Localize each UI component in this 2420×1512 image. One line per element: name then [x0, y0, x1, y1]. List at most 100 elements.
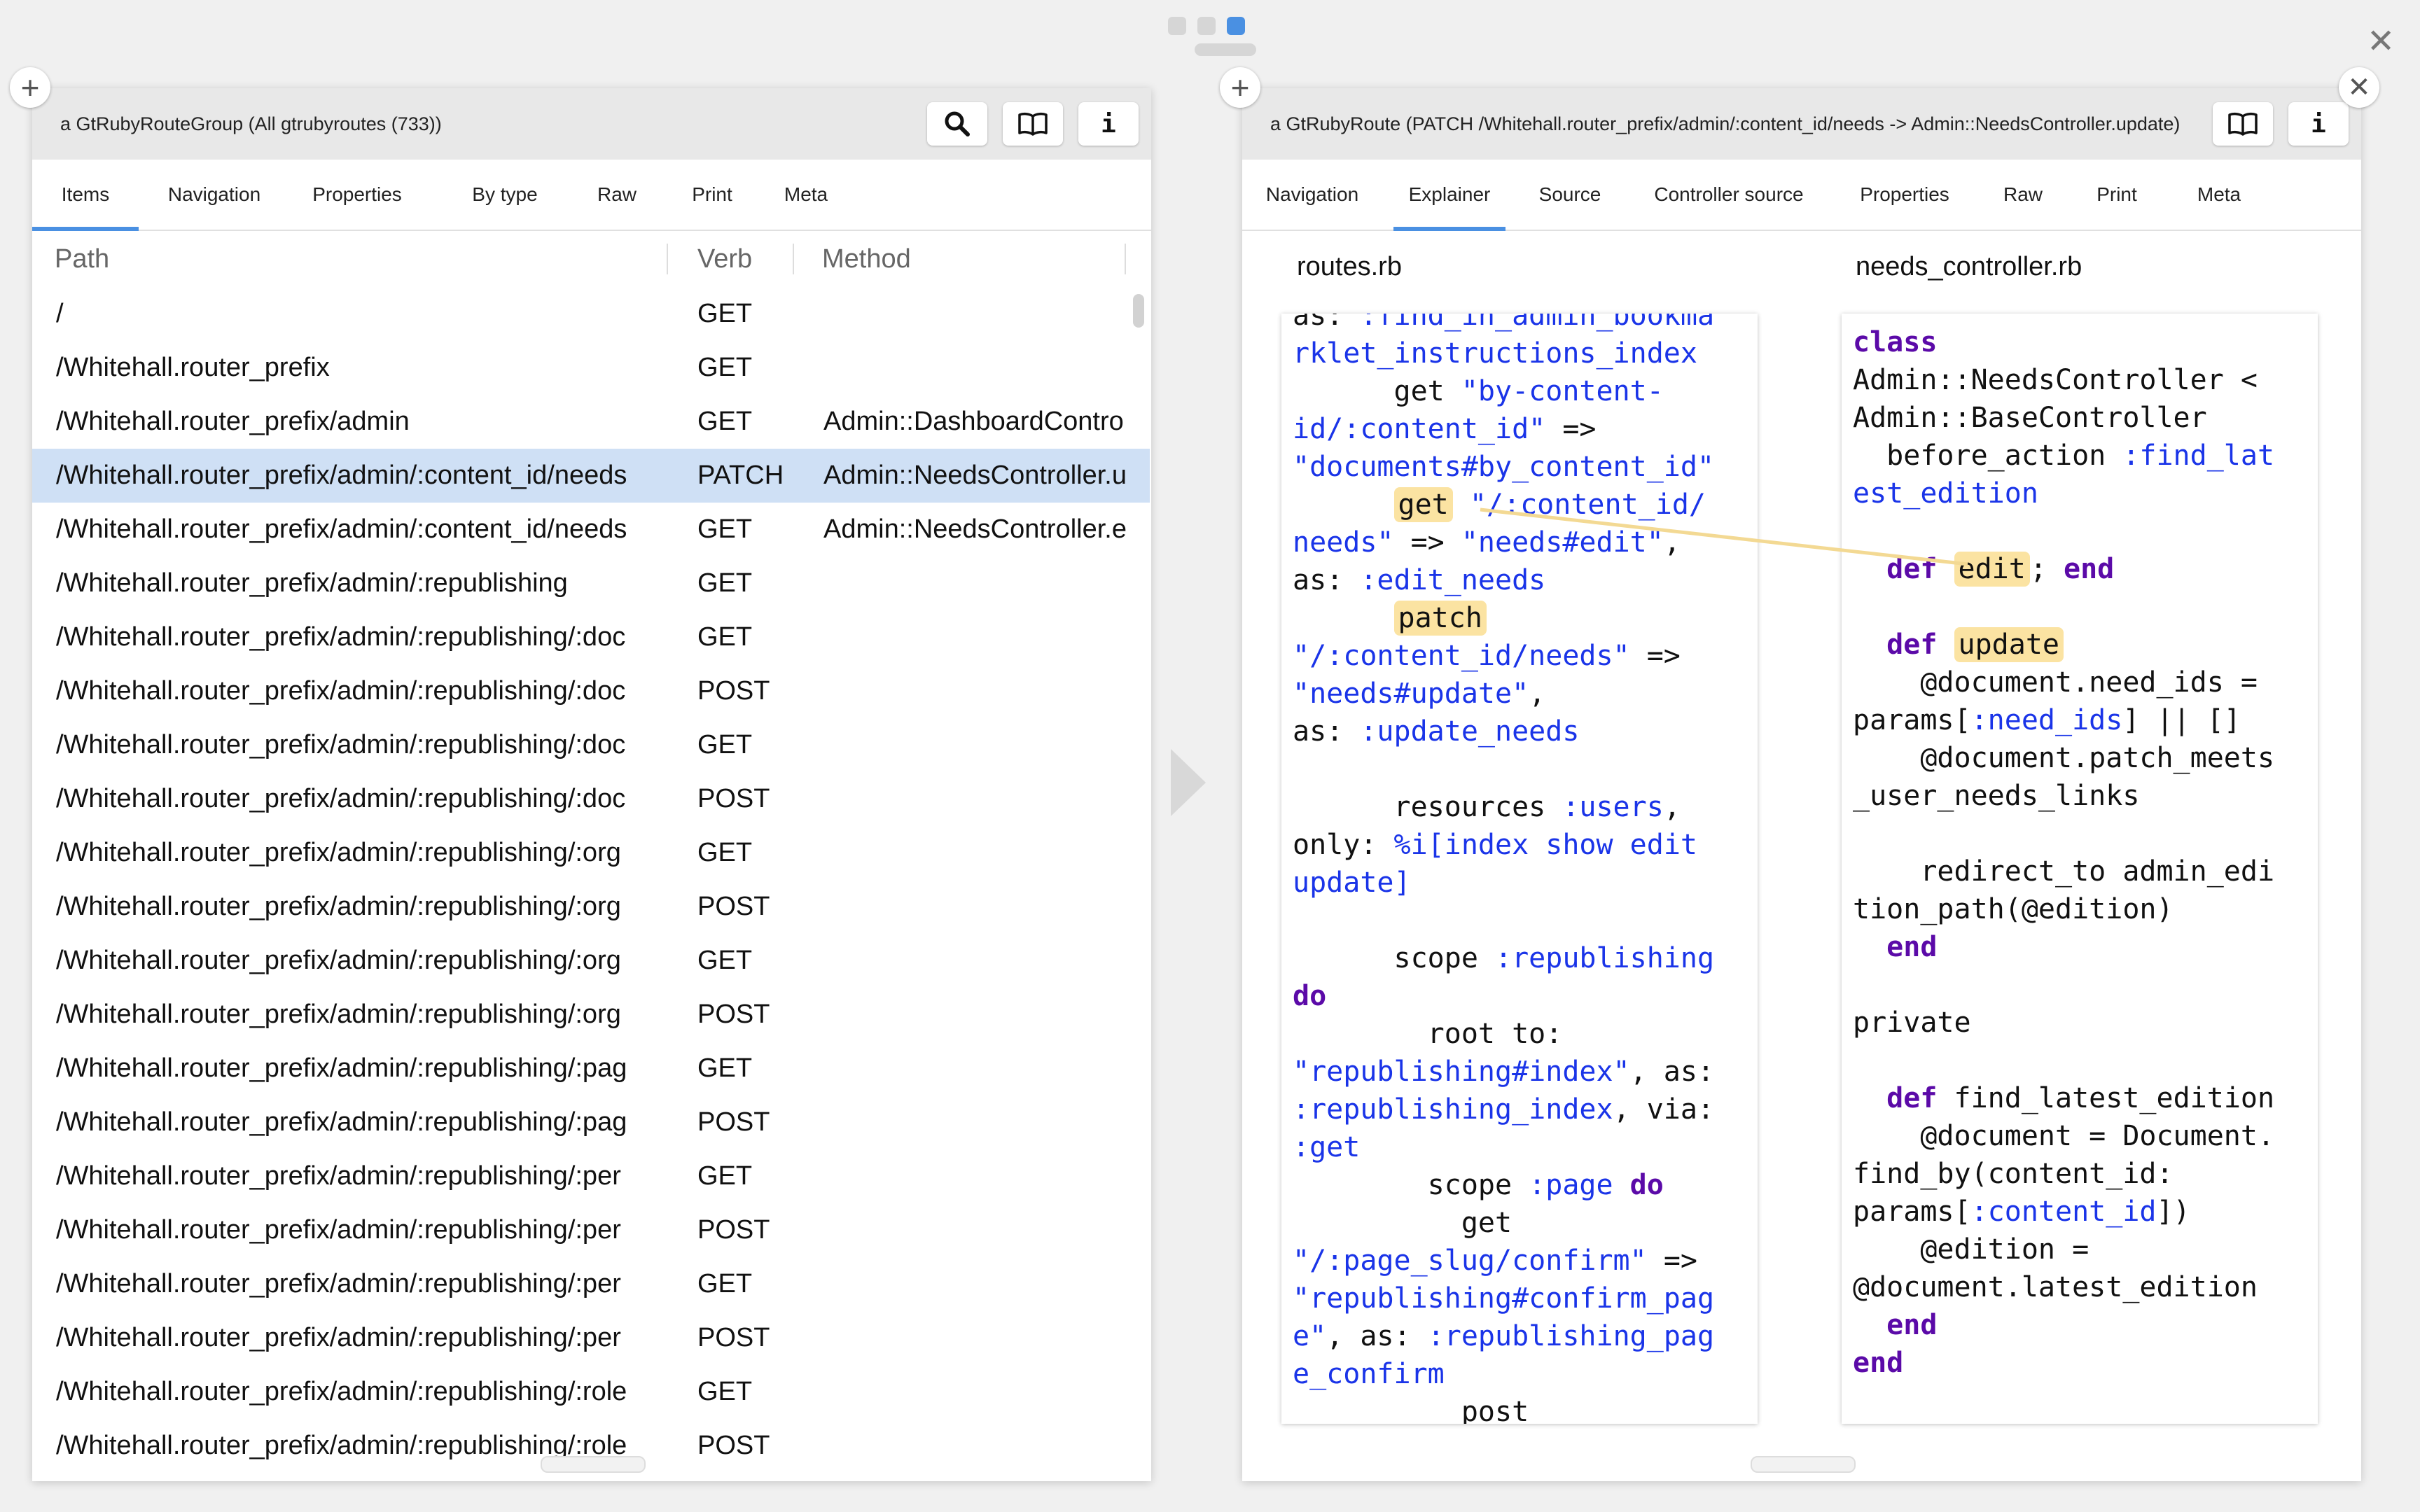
route-method-cell [823, 1096, 1132, 1149]
route-verb-cell: GET [697, 299, 753, 328]
info-button[interactable]: i [1078, 102, 1139, 146]
table-row[interactable]: /Whitehall.router_prefix/admin/:republis… [32, 1311, 1150, 1365]
add-pane-button[interactable]: + [10, 67, 50, 108]
tab-bar: Navigation Explainer Source Controller s… [1242, 160, 2361, 231]
pane-scroll-arrow-icon[interactable] [1171, 749, 1206, 816]
table-row[interactable]: /Whitehall.router_prefix/admin/:republis… [32, 664, 1150, 718]
window-page-dots[interactable] [1168, 17, 1245, 35]
table-row[interactable]: /Whitehall.router_prefix/admin/:republis… [32, 1042, 1150, 1096]
table-row[interactable]: /Whitehall.router_prefix GET [32, 341, 1150, 395]
tab-properties[interactable]: Properties [304, 160, 410, 230]
routes-code-editor[interactable]: as: :find_in_admin_bookma rklet_instruct… [1281, 314, 1758, 1424]
table-row[interactable]: /Whitehall.router_prefix/admin/:republis… [32, 826, 1150, 880]
tab-by-type[interactable]: By type [459, 160, 550, 230]
resize-handle[interactable] [1751, 1456, 1856, 1473]
table-row[interactable]: /Whitehall.router_prefix/admin/:content_… [32, 503, 1150, 556]
table-row[interactable]: /Whitehall.router_prefix/admin/:republis… [32, 988, 1150, 1042]
pane-title: a GtRubyRouteGroup (All gtrubyroutes (73… [60, 113, 442, 134]
table-row[interactable]: /Whitehall.router_prefix/admin/:republis… [32, 718, 1150, 772]
table-row[interactable]: /Whitehall.router_prefix/admin/:republis… [32, 880, 1150, 934]
table-row[interactable]: /Whitehall.router_prefix/admin/:content_… [32, 449, 1150, 503]
table-row[interactable]: /Whitehall.router_prefix/admin/:republis… [32, 1149, 1150, 1203]
close-pane-button[interactable]: ✕ [2339, 67, 2379, 108]
route-verb-cell: GET [697, 1269, 753, 1298]
table-row[interactable]: /Whitehall.router_prefix/admin/:republis… [32, 1096, 1150, 1149]
browse-button[interactable] [2213, 102, 2273, 146]
update-method-highlight[interactable]: update [1954, 627, 2064, 662]
info-button[interactable]: i [2288, 102, 2349, 146]
column-header-verb[interactable]: Verb [697, 231, 752, 287]
routes-table-body: / GET/Whitehall.router_prefix GET/Whitehal… [32, 287, 1150, 1470]
route-verb-cell: GET [697, 568, 753, 598]
tab-raw[interactable]: Raw [1991, 160, 2054, 230]
vertical-scrollbar[interactable] [1133, 294, 1144, 328]
route-verb-cell: PATCH [697, 461, 784, 490]
tab-print[interactable]: Print [2085, 160, 2148, 230]
table-row[interactable]: / GET [32, 287, 1150, 341]
route-method-cell [823, 664, 1132, 718]
table-row[interactable]: /Whitehall.router_prefix/admin/:republis… [32, 934, 1150, 988]
route-method-cell [823, 880, 1132, 934]
route-verb-cell: GET [697, 1161, 753, 1191]
info-icon: i [2311, 109, 2326, 139]
route-method-cell [823, 1311, 1132, 1365]
edit-method-highlight[interactable]: edit [1954, 552, 2030, 587]
search-button[interactable] [927, 102, 987, 146]
page-dot-1[interactable] [1168, 17, 1186, 35]
route-method-cell [823, 341, 1132, 395]
resize-handle[interactable] [541, 1456, 646, 1473]
add-pane-button[interactable]: + [1220, 67, 1260, 108]
tab-meta[interactable]: Meta [774, 160, 837, 230]
route-path-cell: /Whitehall.router_prefix/admin/:republis… [56, 730, 626, 760]
tab-navigation[interactable]: Navigation [160, 160, 269, 230]
route-method-cell: Admin::NeedsController.e [823, 514, 1127, 544]
get-verb-highlight[interactable]: get [1393, 487, 1453, 522]
window-drag-handle[interactable] [1195, 43, 1256, 56]
tab-items[interactable]: Items [32, 160, 139, 231]
route-method-cell [823, 772, 1132, 826]
route-path-cell: /Whitehall.router_prefix/admin/:republis… [56, 838, 621, 867]
table-row[interactable]: /Whitehall.router_prefix/admin/:republis… [32, 772, 1150, 826]
route-verb-cell: GET [697, 946, 753, 975]
controller-code[interactable]: class Admin::NeedsController < Admin::Ba… [1853, 323, 2318, 1382]
route-group-inspector: a GtRubyRouteGroup (All gtrubyroutes (73… [32, 88, 1151, 1481]
table-row[interactable]: /Whitehall.router_prefix/admin/:republis… [32, 556, 1150, 610]
column-header-method[interactable]: Method [822, 231, 911, 287]
route-path-cell: /Whitehall.router_prefix/admin/:republis… [56, 1000, 621, 1029]
browse-button[interactable] [1003, 102, 1063, 146]
page-dot-3[interactable] [1227, 17, 1245, 35]
route-verb-cell: POST [697, 1323, 770, 1352]
page-dot-2[interactable] [1197, 17, 1216, 35]
tab-raw[interactable]: Raw [585, 160, 648, 230]
tab-explainer[interactable]: Explainer [1393, 160, 1505, 231]
route-path-cell: /Whitehall.router_prefix/admin/:republis… [56, 676, 626, 706]
column-divider[interactable] [1125, 244, 1126, 274]
patch-verb-highlight[interactable]: patch [1393, 601, 1487, 636]
table-row[interactable]: /Whitehall.router_prefix/admin/:republis… [32, 610, 1150, 664]
route-inspector: a GtRubyRoute (PATCH /Whitehall.router_p… [1242, 88, 2361, 1481]
tab-source[interactable]: Source [1528, 160, 1612, 230]
column-header-path[interactable]: Path [55, 231, 109, 287]
column-divider[interactable] [667, 244, 668, 274]
tab-bar: Items Navigation Properties By type Raw … [32, 160, 1151, 231]
tab-print[interactable]: Print [681, 160, 744, 230]
column-divider[interactable] [793, 244, 794, 274]
route-method-cell [823, 1419, 1132, 1470]
route-verb-cell: GET [697, 514, 753, 544]
route-verb-cell: POST [697, 1215, 770, 1245]
controller-code-editor[interactable]: class Admin::NeedsController < Admin::Ba… [1842, 314, 2318, 1424]
routes-code[interactable]: as: :find_in_admin_bookma rklet_instruct… [1293, 314, 1758, 1424]
tab-navigation[interactable]: Navigation [1256, 160, 1368, 230]
window-close-icon[interactable]: ✕ [2367, 25, 2395, 59]
table-row[interactable]: /Whitehall.router_prefix/admin/:republis… [32, 1203, 1150, 1257]
table-row[interactable]: /Whitehall.router_prefix/admin/:republis… [32, 1365, 1150, 1419]
tab-properties[interactable]: Properties [1842, 160, 1968, 230]
tab-meta[interactable]: Meta [2188, 160, 2251, 230]
table-row[interactable]: /Whitehall.router_prefix/admin GET Admin::… [32, 395, 1150, 449]
book-icon [2228, 112, 2258, 136]
tab-controller-source[interactable]: Controller source [1640, 160, 1818, 230]
table-header: Path Verb Method [32, 231, 1151, 287]
route-path-cell: /Whitehall.router_prefix/admin/:republis… [56, 1215, 621, 1245]
route-method-cell [823, 1203, 1132, 1257]
table-row[interactable]: /Whitehall.router_prefix/admin/:republis… [32, 1257, 1150, 1311]
